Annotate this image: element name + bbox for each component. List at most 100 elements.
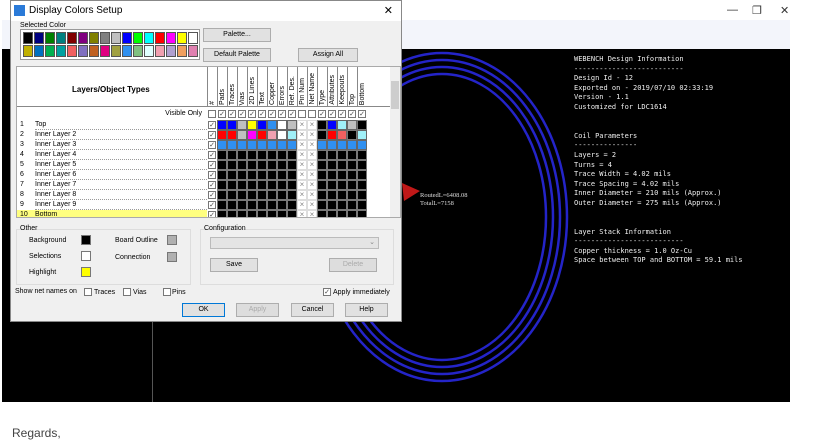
palette-swatch[interactable]: [56, 45, 66, 57]
save-button[interactable]: Save: [210, 258, 258, 272]
color-cell[interactable]: [327, 200, 337, 210]
color-cell[interactable]: [257, 150, 267, 160]
color-cell[interactable]: [257, 200, 267, 210]
color-cell[interactable]: [317, 170, 327, 180]
color-cell[interactable]: [287, 200, 297, 210]
color-cell[interactable]: [337, 120, 347, 130]
color-cell[interactable]: [247, 120, 257, 130]
color-cell[interactable]: [337, 130, 347, 140]
color-cell[interactable]: [237, 170, 247, 180]
layer-visible-checkbox[interactable]: ✓: [208, 201, 216, 209]
color-cell[interactable]: [327, 170, 337, 180]
palette-swatch[interactable]: [122, 45, 132, 57]
layer-visible-checkbox[interactable]: ✓: [208, 141, 216, 149]
palette-swatch[interactable]: [78, 32, 88, 44]
color-cell[interactable]: [267, 160, 277, 170]
layer-visible-checkbox[interactable]: ✓: [208, 181, 216, 189]
color-cell[interactable]: [347, 210, 357, 217]
color-cell[interactable]: [277, 190, 287, 200]
visible-checkbox[interactable]: ✓: [268, 110, 276, 118]
color-cell[interactable]: [337, 170, 347, 180]
assign-all-button[interactable]: Assign All: [298, 48, 358, 62]
traces-checkbox[interactable]: [84, 288, 92, 296]
layer-row[interactable]: 1 Top ✓ × ×: [17, 120, 392, 130]
color-cell[interactable]: [327, 150, 337, 160]
default-palette-button[interactable]: Default Palette: [203, 48, 271, 62]
color-cell[interactable]: [337, 190, 347, 200]
visible-checkbox[interactable]: [308, 110, 316, 118]
color-cell[interactable]: [227, 130, 237, 140]
visible-checkbox[interactable]: ✓: [228, 110, 236, 118]
help-button[interactable]: Help: [345, 303, 388, 317]
color-cell[interactable]: [217, 120, 227, 130]
color-cell[interactable]: [247, 170, 257, 180]
color-cell[interactable]: [287, 140, 297, 150]
color-cell[interactable]: [277, 120, 287, 130]
visible-checkbox[interactable]: ✓: [258, 110, 266, 118]
color-cell[interactable]: [317, 200, 327, 210]
palette-swatch[interactable]: [56, 32, 66, 44]
color-cell[interactable]: [257, 190, 267, 200]
color-cell[interactable]: [347, 170, 357, 180]
color-cell[interactable]: [227, 140, 237, 150]
pins-checkbox[interactable]: [163, 288, 171, 296]
visible-checkbox[interactable]: ✓: [318, 110, 326, 118]
color-cell[interactable]: [357, 160, 367, 170]
visible-checkbox[interactable]: ✓: [238, 110, 246, 118]
visible-checkbox[interactable]: ✓: [218, 110, 226, 118]
color-cell[interactable]: [287, 120, 297, 130]
highlight-color-swatch[interactable]: [81, 267, 91, 277]
color-cell[interactable]: [217, 150, 227, 160]
color-cell[interactable]: [337, 210, 347, 217]
color-cell[interactable]: [357, 190, 367, 200]
color-cell[interactable]: [237, 210, 247, 217]
palette-swatch[interactable]: [23, 32, 33, 44]
color-cell[interactable]: [287, 170, 297, 180]
layer-row[interactable]: 8 Inner Layer 8 ✓ × ×: [17, 190, 392, 200]
color-cell[interactable]: [237, 120, 247, 130]
color-cell[interactable]: [267, 200, 277, 210]
color-cell[interactable]: [237, 140, 247, 150]
palette-swatch[interactable]: [133, 45, 143, 57]
palette-swatch[interactable]: [133, 32, 143, 44]
color-cell[interactable]: [287, 180, 297, 190]
palette-swatch[interactable]: [100, 32, 110, 44]
color-cell[interactable]: [287, 190, 297, 200]
color-cell[interactable]: [227, 170, 237, 180]
cancel-button[interactable]: Cancel: [291, 303, 334, 317]
color-cell[interactable]: [347, 150, 357, 160]
color-cell[interactable]: [237, 200, 247, 210]
color-cell[interactable]: [247, 210, 257, 217]
color-cell[interactable]: [227, 160, 237, 170]
color-cell[interactable]: [227, 190, 237, 200]
minimize-button[interactable]: —: [727, 4, 738, 16]
color-cell[interactable]: [267, 140, 277, 150]
color-cell[interactable]: [357, 130, 367, 140]
color-cell[interactable]: [357, 210, 367, 217]
color-cell[interactable]: [247, 190, 257, 200]
color-cell[interactable]: [257, 140, 267, 150]
color-cell[interactable]: [347, 190, 357, 200]
color-cell[interactable]: [327, 140, 337, 150]
color-cell[interactable]: [287, 160, 297, 170]
palette-swatch[interactable]: [188, 45, 198, 57]
color-cell[interactable]: [227, 180, 237, 190]
color-cell[interactable]: [347, 160, 357, 170]
background-color-swatch[interactable]: [81, 235, 91, 245]
color-cell[interactable]: [217, 170, 227, 180]
layer-visible-checkbox[interactable]: ✓: [208, 211, 216, 217]
color-cell[interactable]: [247, 200, 257, 210]
visible-checkbox[interactable]: ✓: [288, 110, 296, 118]
color-cell[interactable]: [267, 120, 277, 130]
color-cell[interactable]: [327, 160, 337, 170]
visible-checkbox[interactable]: ✓: [358, 110, 366, 118]
color-cell[interactable]: [337, 160, 347, 170]
close-button[interactable]: ✕: [780, 4, 789, 17]
palette-swatch[interactable]: [144, 45, 154, 57]
palette-swatch[interactable]: [78, 45, 88, 57]
color-cell[interactable]: [257, 170, 267, 180]
color-cell[interactable]: [327, 120, 337, 130]
color-cell[interactable]: [277, 200, 287, 210]
color-cell[interactable]: [317, 140, 327, 150]
visible-checkbox[interactable]: ✓: [348, 110, 356, 118]
